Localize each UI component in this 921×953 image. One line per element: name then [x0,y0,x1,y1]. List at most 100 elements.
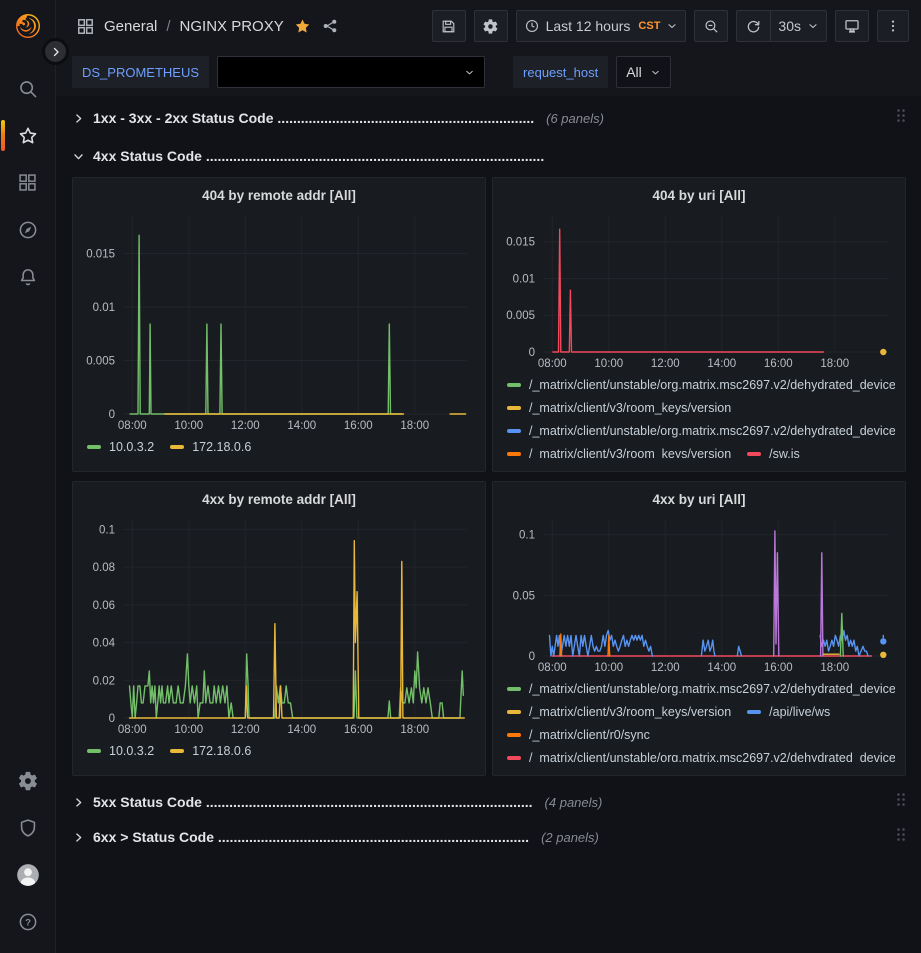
row-panel-count: (6 panels) [546,111,604,126]
sidebar-item-search[interactable] [0,65,55,112]
panel-title[interactable]: 4xx by remote addr [All] [81,486,477,512]
active-indicator [1,120,5,151]
dashboard-settings-button[interactable] [474,10,508,42]
sidebar: ? [0,0,56,953]
legend-swatch [507,733,521,737]
svg-text:0.01: 0.01 [93,302,115,314]
svg-text:14:00: 14:00 [287,420,316,432]
chevron-down-icon [666,20,678,32]
time-series-chart[interactable]: 00.050.108:0010:0012:0014:0016:0018:00 [501,512,897,676]
row-header-1xx[interactable]: 1xx - 3xx - 2xx Status Code ............… [72,104,906,132]
row-header-4xx[interactable]: 4xx Status Code ........................… [72,142,906,170]
time-range-picker[interactable]: Last 12 hours CST [516,10,687,42]
legend-item[interactable]: /_matrix/client/v3/room_keys/version [507,443,731,458]
time-series-chart[interactable]: 00.020.040.060.080.108:0010:0012:0014:00… [81,512,477,738]
page-title: NGINX PROXY [180,18,284,35]
favorite-star-icon[interactable] [293,17,312,36]
svg-text:12:00: 12:00 [651,358,680,370]
sidebar-item-dashboards[interactable] [0,159,55,206]
panel-legend: /_matrix/client/unstable/org.matrix.msc2… [501,372,897,458]
legend-swatch [87,445,101,449]
legend-swatch [507,710,521,714]
legend-swatch [170,445,184,449]
legend-item[interactable]: /api/live/ws [747,701,830,722]
breadcrumb-section[interactable]: General [104,18,157,35]
sidebar-item-profile[interactable] [0,851,55,898]
share-icon[interactable] [321,17,339,35]
legend-item[interactable]: 172.18.0.6 [170,740,251,761]
panel-4xx-by-remote-addr: 4xx by remote addr [All] 00.020.040.060.… [72,481,486,776]
svg-text:16:00: 16:00 [344,420,373,432]
legend-item[interactable]: /_matrix/client/r0/sync [507,724,650,745]
drag-handle-icon[interactable] [896,108,906,128]
svg-text:08:00: 08:00 [538,358,567,370]
refresh-interval-dropdown[interactable]: 30s [770,10,827,42]
kebab-menu-button[interactable] [877,10,909,42]
clock-icon [524,18,540,34]
panel-title[interactable]: 404 by uri [All] [501,182,897,208]
datasource-select[interactable] [217,56,485,88]
row-header-6xx[interactable]: 6xx > Status Code ......................… [72,823,906,851]
zoom-out-button[interactable] [694,10,728,42]
refresh-interval-label: 30s [778,18,801,34]
time-series-chart[interactable]: 00.0050.010.01508:0010:0012:0014:0016:00… [81,208,477,434]
sidebar-item-server-admin[interactable] [0,804,55,851]
grafana-logo-icon[interactable] [13,11,43,41]
tv-mode-button[interactable] [835,10,869,42]
sidebar-item-starred[interactable] [0,112,55,159]
legend-item[interactable]: /_matrix/client/unstable/org.matrix.msc2… [507,678,895,699]
legend-swatch [507,406,521,410]
legend-item[interactable]: /sw.js [747,443,800,458]
legend-item[interactable]: 10.0.3.2 [87,740,154,761]
panel-title[interactable]: 404 by remote addr [All] [81,182,477,208]
drag-handle-icon[interactable] [896,792,906,812]
svg-text:10:00: 10:00 [174,420,203,432]
svg-text:0.04: 0.04 [93,638,116,650]
legend-swatch [507,429,521,433]
panel-4xx-by-uri: 4xx by uri [All] 00.050.108:0010:0012:00… [492,481,906,776]
panel-legend: /_matrix/client/unstable/org.matrix.msc2… [501,676,897,762]
legend-swatch [507,383,521,387]
apps-grid-icon[interactable] [76,17,95,36]
svg-text:16:00: 16:00 [764,358,793,370]
legend-item[interactable]: /_matrix/client/unstable/org.matrix.msc2… [507,420,895,441]
sidebar-item-help[interactable]: ? [0,898,55,945]
chevron-down-icon [650,67,661,78]
svg-text:08:00: 08:00 [118,724,147,736]
legend-swatch [747,710,761,714]
legend-swatch [747,452,761,456]
row-title: 5xx Status Code ........................… [93,794,533,810]
svg-text:0: 0 [529,347,535,359]
svg-text:12:00: 12:00 [231,724,260,736]
panel-404-by-uri: 404 by uri [All] 00.0050.010.01508:0010:… [492,177,906,472]
sidebar-expand-button[interactable] [42,38,69,65]
refresh-button[interactable] [736,10,770,42]
legend-item[interactable]: /_matrix/client/unstable/org.matrix.msc2… [507,747,895,762]
request-host-select[interactable]: All [616,56,671,88]
sidebar-bottom-nav: ? [0,757,55,945]
legend-swatch [87,749,101,753]
save-dashboard-button[interactable] [432,10,466,42]
legend-item[interactable]: /_matrix/client/unstable/org.matrix.msc2… [507,374,895,395]
svg-text:0: 0 [109,713,115,725]
drag-handle-icon[interactable] [896,827,906,847]
variables-submenu: DS_PROMETHEUS request_host All [56,52,921,96]
sidebar-nav [0,65,55,300]
svg-text:12:00: 12:00 [651,662,680,674]
legend-item[interactable]: 172.18.0.6 [170,436,251,457]
sidebar-item-configuration[interactable] [0,757,55,804]
legend-item[interactable]: /_matrix/client/v3/room_keys/version [507,701,731,722]
svg-text:0.005: 0.005 [86,356,115,368]
sidebar-item-explore[interactable] [0,206,55,253]
legend-swatch [507,687,521,691]
panel-title[interactable]: 4xx by uri [All] [501,486,897,512]
legend-item[interactable]: 10.0.3.2 [87,436,154,457]
avatar [15,862,41,888]
row-header-5xx[interactable]: 5xx Status Code ........................… [72,788,906,816]
legend-item[interactable]: /_matrix/client/v3/room_keys/version [507,397,731,418]
time-series-chart[interactable]: 00.0050.010.01508:0010:0012:0014:0016:00… [501,208,897,372]
sidebar-item-alerting[interactable] [0,253,55,300]
chart-canvas: 00.020.040.060.080.108:0010:0012:0014:00… [81,512,477,738]
chart-canvas: 00.050.108:0010:0012:0014:0016:0018:00 [501,512,897,676]
panel-legend: 10.0.3.2 172.18.0.6 [81,738,477,762]
